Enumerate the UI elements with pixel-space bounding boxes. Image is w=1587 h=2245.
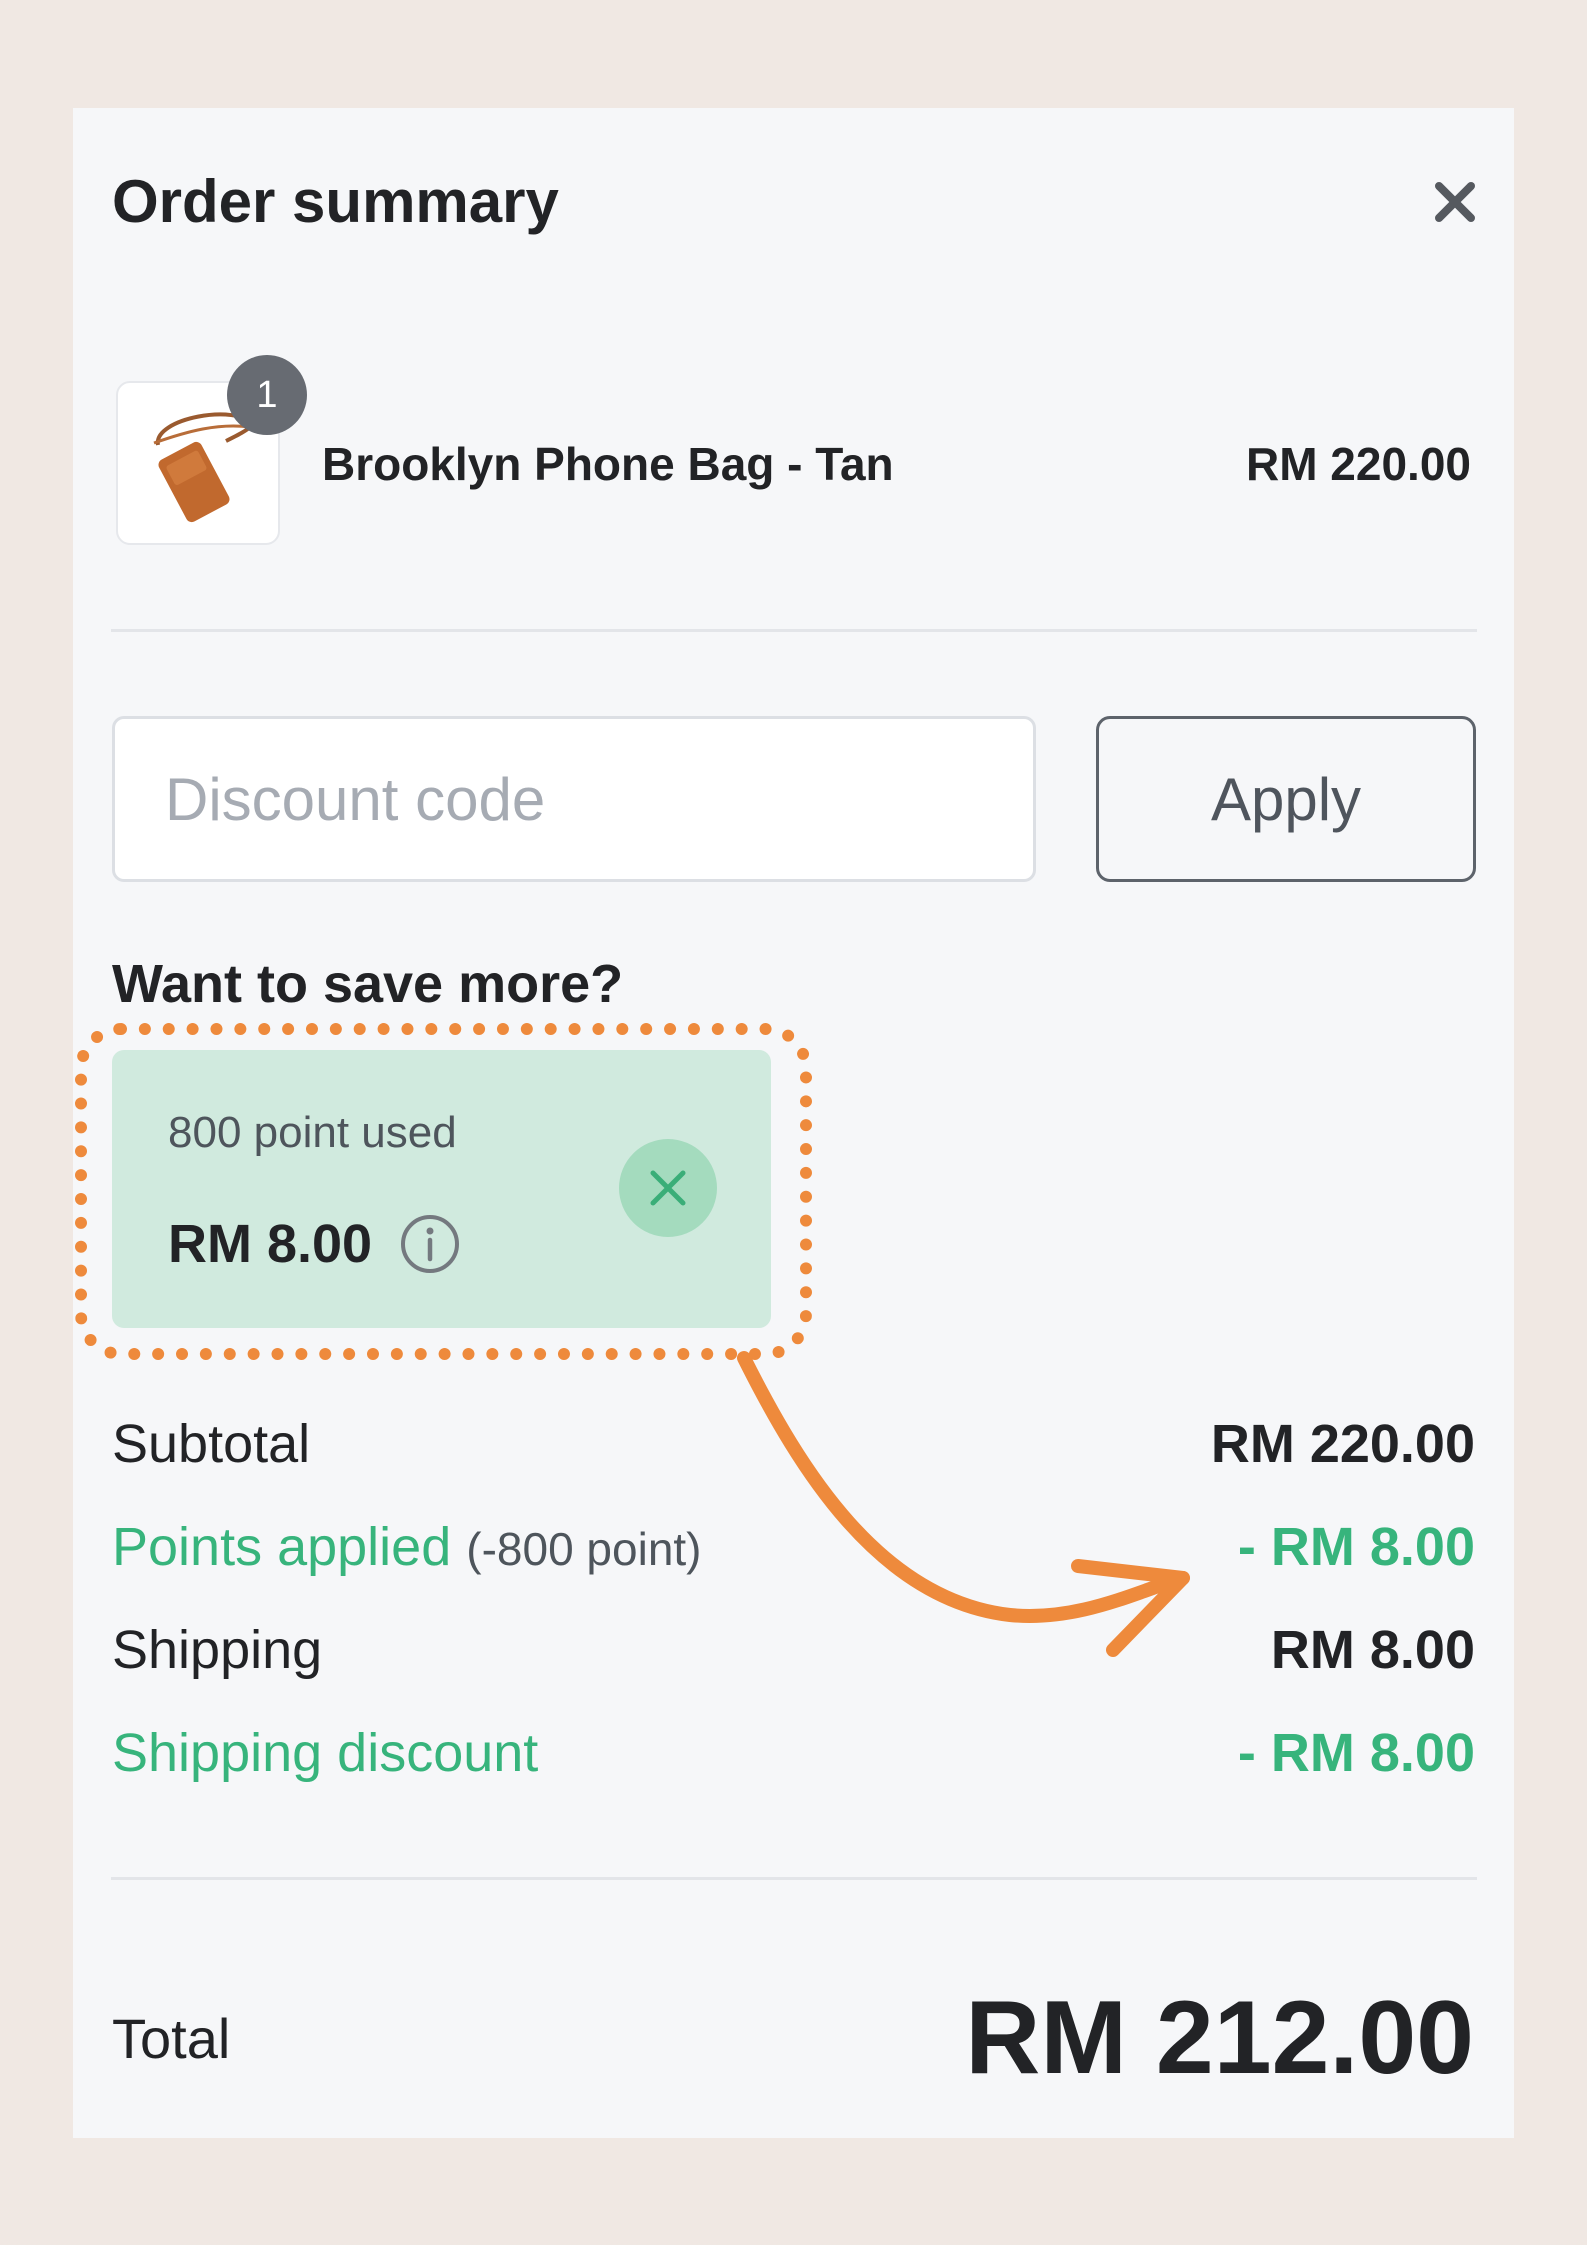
discount-code-input[interactable]	[112, 716, 1036, 882]
total-label: Total	[112, 2007, 231, 2070]
shipping-value: RM 8.00	[1270, 1620, 1475, 1680]
shipping-discount-value: - RM 8.00	[1237, 1723, 1475, 1783]
apply-button[interactable]: Apply	[1096, 716, 1476, 882]
total-value: RM 212.00	[965, 1980, 1474, 2096]
shipping-discount-label: Shipping discount	[112, 1723, 539, 1783]
subtotal-value: RM 220.00	[1210, 1414, 1475, 1474]
product-price: RM 220.00	[1245, 438, 1471, 490]
shipping-label: Shipping	[112, 1620, 323, 1680]
save-more-heading: Want to save more?	[112, 954, 624, 1014]
close-icon[interactable]	[1425, 172, 1485, 232]
divider	[111, 629, 1477, 632]
order-summary-title: Order summary	[112, 168, 559, 235]
product-name: Brooklyn Phone Bag - Tan	[322, 438, 894, 490]
points-applied-detail: (-800 point)	[466, 1523, 702, 1575]
points-applied-row: Points applied (-800 point)	[112, 1515, 702, 1581]
points-applied-label: Points applied	[112, 1517, 452, 1577]
highlight-outline	[75, 1023, 812, 1360]
points-applied-value: - RM 8.00	[1237, 1517, 1475, 1577]
divider	[111, 1877, 1477, 1880]
subtotal-label: Subtotal	[112, 1414, 311, 1474]
quantity-badge: 1	[227, 355, 307, 435]
